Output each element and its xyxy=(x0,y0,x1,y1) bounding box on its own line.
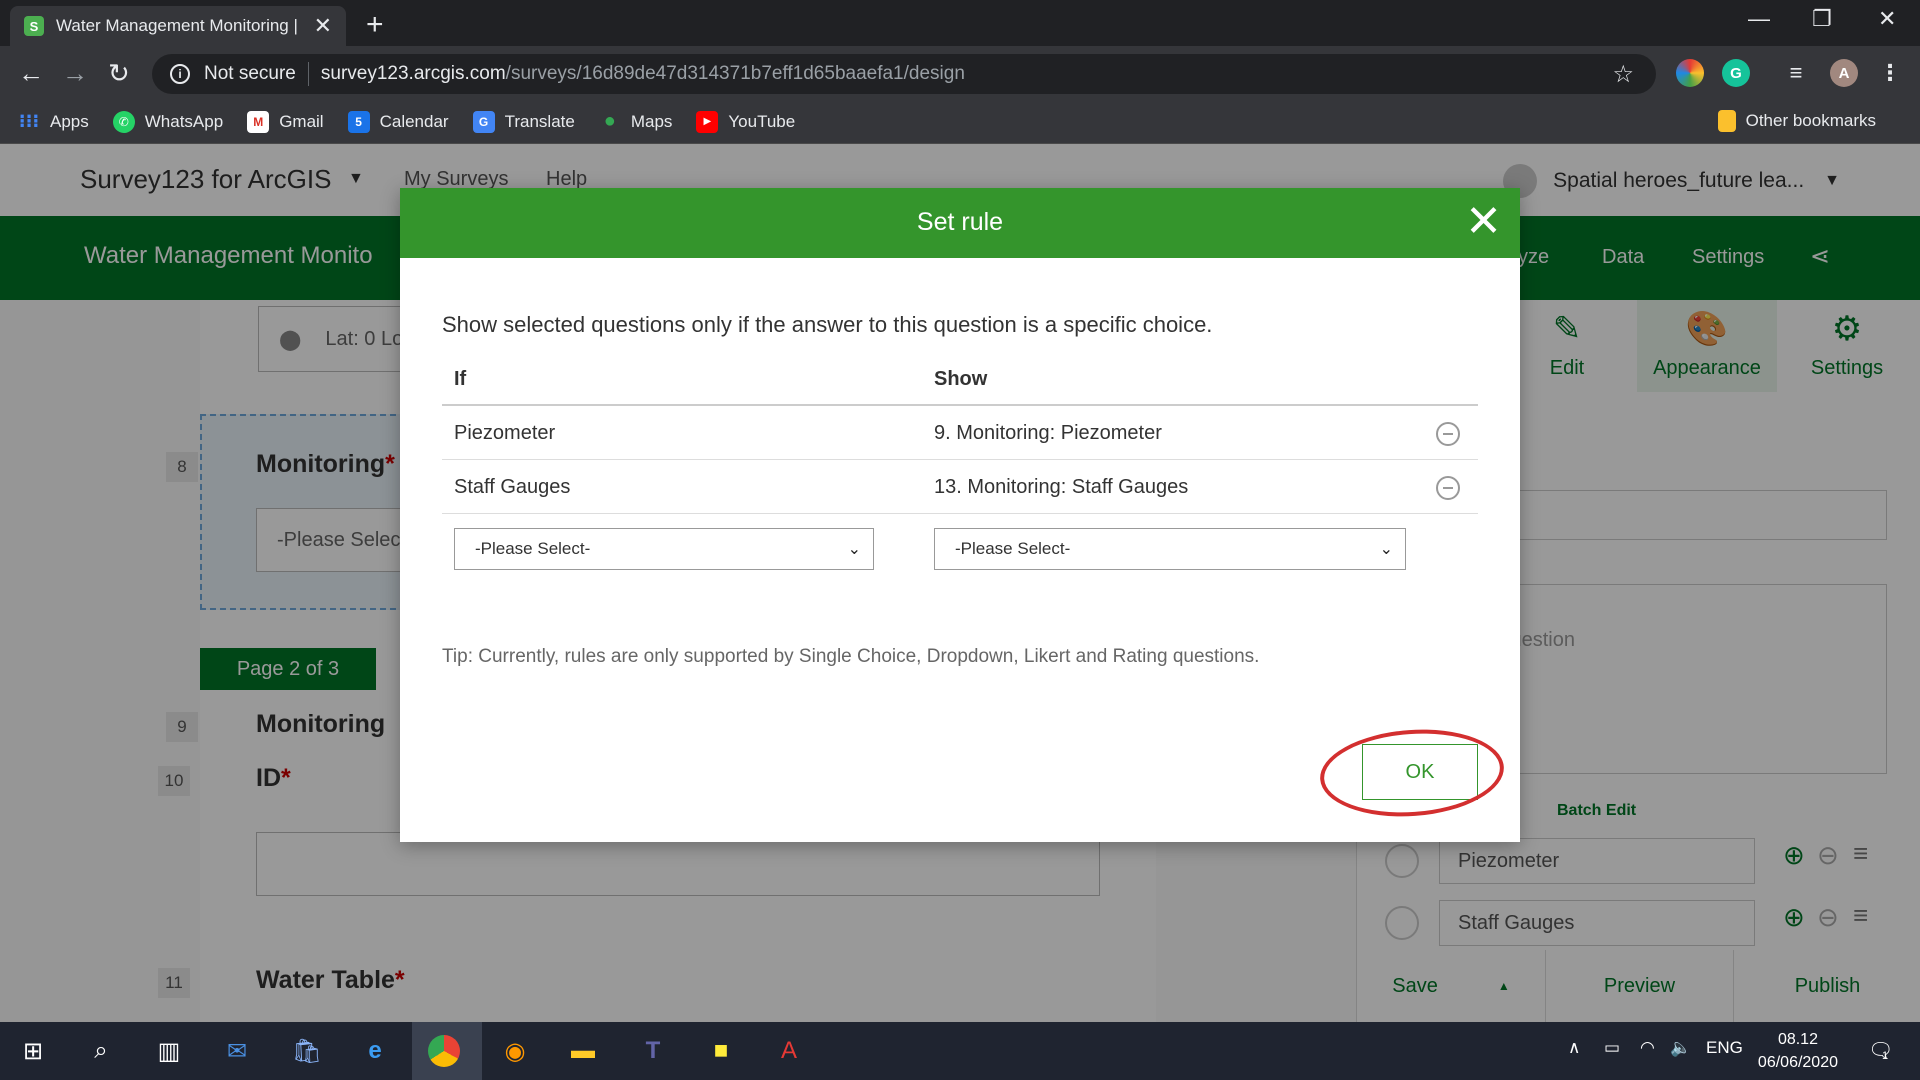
browser-tab-bar: S Water Management Monitoring | ✕ + — ❐ … xyxy=(0,0,1920,46)
browser-menu-icon[interactable]: ⋮ xyxy=(1876,59,1904,87)
grammarly-icon[interactable]: G xyxy=(1722,59,1750,87)
url-input[interactable]: i Not secure survey123.arcgis.com /surve… xyxy=(152,54,1656,94)
chrome-icon[interactable] xyxy=(428,1035,460,1067)
translate-icon: G xyxy=(472,110,495,133)
back-icon[interactable]: ← xyxy=(18,58,44,89)
minimize-icon[interactable]: — xyxy=(1748,6,1770,32)
color-extension-icon[interactable] xyxy=(1676,59,1704,87)
task-view-icon[interactable]: ▥ xyxy=(150,1032,188,1070)
bookmark-translate[interactable]: G Translate xyxy=(472,110,575,133)
media-queue-icon[interactable]: ≡ xyxy=(1782,59,1810,87)
new-rule-row: -Please Select- ⌄ -Please Select- ⌄ xyxy=(442,514,1478,582)
volume-icon[interactable]: 🔈 xyxy=(1670,1038,1691,1058)
firefox-icon[interactable]: ◉ xyxy=(496,1032,534,1070)
forward-icon[interactable]: → xyxy=(62,58,88,89)
acrobat-icon[interactable]: A xyxy=(770,1032,808,1070)
url-path: /surveys/16d89de47d314371b7eff1d65baaefa… xyxy=(505,63,965,84)
remove-rule-icon[interactable] xyxy=(1436,476,1460,500)
store-icon[interactable]: 🛍 xyxy=(288,1032,326,1070)
battery-icon[interactable]: ▭ xyxy=(1604,1038,1620,1058)
teams-icon[interactable]: T xyxy=(634,1032,672,1070)
sticky-notes-icon[interactable]: ■ xyxy=(702,1032,740,1070)
remove-rule-icon[interactable] xyxy=(1436,422,1460,446)
bookmark-calendar[interactable]: 5 Calendar xyxy=(347,110,449,133)
new-tab-icon[interactable]: + xyxy=(366,8,384,42)
restore-icon[interactable]: ❐ xyxy=(1812,6,1832,32)
info-icon[interactable]: i xyxy=(170,64,190,84)
whatsapp-icon: ✆ xyxy=(112,110,135,133)
close-tab-icon[interactable]: ✕ xyxy=(314,13,332,39)
dialog-header: Set rule ✕ xyxy=(400,188,1520,258)
browser-tab[interactable]: S Water Management Monitoring | ✕ xyxy=(10,6,346,46)
folder-icon xyxy=(1717,110,1736,132)
chevron-down-icon: ⌄ xyxy=(1379,541,1393,558)
clock[interactable]: 08.12 06/06/2020 xyxy=(1758,1028,1838,1074)
security-label: Not secure xyxy=(204,63,296,84)
column-if: If xyxy=(454,368,467,390)
windows-start-icon[interactable]: ⊞ xyxy=(14,1032,52,1070)
rule-if-value: Piezometer xyxy=(454,422,556,444)
rule-if-value: Staff Gauges xyxy=(454,476,571,498)
tray-chevron-icon[interactable]: ∧ xyxy=(1568,1038,1580,1058)
bookmark-star-icon[interactable]: ☆ xyxy=(1612,60,1634,89)
calendar-icon: 5 xyxy=(347,110,370,133)
windows-taskbar: ⊞ ⌕ ▥ ✉ 🛍 e ◉ ▬ T ■ A ∧ ▭ ◠ 🔈 ENG 08.12 … xyxy=(0,1022,1920,1080)
notifications-icon[interactable]: 🗨 xyxy=(1868,1038,1893,1063)
bookmarks-bar: ⁝⁝⁝ Apps ✆ WhatsApp M Gmail 5 Calendar G… xyxy=(0,100,1920,144)
close-window-icon[interactable]: ✕ xyxy=(1878,6,1896,32)
apps-grid-icon: ⁝⁝⁝ xyxy=(18,111,40,131)
file-explorer-icon[interactable]: ▬ xyxy=(564,1032,602,1070)
chevron-down-icon: ⌄ xyxy=(847,541,861,558)
bookmark-maps[interactable]: ● Maps xyxy=(599,110,673,133)
notification-count: 1 xyxy=(1882,1050,1889,1062)
dialog-description: Show selected questions only if the answ… xyxy=(442,312,1213,337)
show-question-select[interactable]: -Please Select- ⌄ xyxy=(934,528,1406,570)
rules-header: If Show xyxy=(442,352,1478,406)
rule-row: Staff Gauges 13. Monitoring: Staff Gauge… xyxy=(442,460,1478,514)
other-bookmarks[interactable]: Other bookmarks xyxy=(1717,110,1876,132)
tab-title: Water Management Monitoring | xyxy=(56,16,298,35)
rule-show-value: 9. Monitoring: Piezometer xyxy=(934,422,1162,444)
tip-text: Tip: Currently, rules are only supported… xyxy=(442,646,1260,667)
address-bar-row: ← → ↻ i Not secure survey123.arcgis.com … xyxy=(0,46,1920,100)
rule-row: Piezometer 9. Monitoring: Piezometer xyxy=(442,406,1478,460)
bookmark-youtube[interactable]: ▶ YouTube xyxy=(696,110,795,133)
column-show: Show xyxy=(934,368,988,390)
bookmark-gmail[interactable]: M Gmail xyxy=(247,110,324,133)
rule-show-value: 13. Monitoring: Staff Gauges xyxy=(934,476,1189,498)
search-icon[interactable]: ⌕ xyxy=(82,1032,120,1070)
dialog-title: Set rule xyxy=(916,208,1004,236)
url-host: survey123.arcgis.com xyxy=(320,63,506,84)
mail-icon[interactable]: ✉ xyxy=(218,1032,256,1070)
gmail-icon: M xyxy=(247,110,270,133)
youtube-icon: ▶ xyxy=(696,110,719,133)
reload-icon[interactable]: ↻ xyxy=(108,58,130,89)
profile-avatar[interactable]: A xyxy=(1830,59,1858,87)
wifi-icon[interactable]: ◠ xyxy=(1640,1038,1655,1058)
edge-icon[interactable]: e xyxy=(356,1032,394,1070)
survey123-icon: S xyxy=(24,16,44,36)
language-indicator[interactable]: ENG xyxy=(1706,1038,1743,1058)
bookmark-apps[interactable]: ⁝⁝⁝ Apps xyxy=(18,111,89,133)
close-icon[interactable]: ✕ xyxy=(1465,200,1502,244)
maps-icon: ● xyxy=(603,110,616,132)
url-separator xyxy=(307,62,309,86)
if-choice-select[interactable]: -Please Select- ⌄ xyxy=(454,528,874,570)
rules-table: If Show Piezometer 9. Monitoring: Piezom… xyxy=(442,352,1478,582)
bookmark-whatsapp[interactable]: ✆ WhatsApp xyxy=(112,110,223,133)
